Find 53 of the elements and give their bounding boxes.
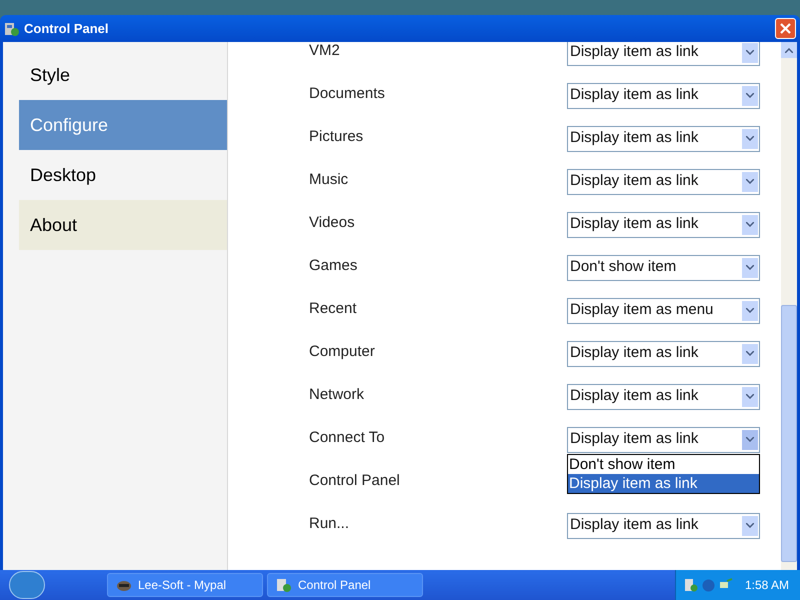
sidebar-item[interactable]: Desktop (19, 150, 227, 200)
chevron-down-icon[interactable] (742, 258, 758, 278)
setting-label: Games (309, 256, 358, 276)
dropdown[interactable]: Display item as link (567, 212, 760, 238)
dropdown[interactable]: Display item as link (567, 340, 760, 366)
chevron-down-icon[interactable] (742, 172, 758, 192)
taskbar-button[interactable]: Lee-Soft - Mypal (107, 573, 263, 597)
setting-label: Documents (309, 84, 386, 104)
close-icon (780, 23, 791, 34)
dropdown[interactable]: Don't show item (567, 254, 760, 280)
window-title: Control Panel (24, 20, 109, 38)
chevron-down-icon[interactable] (742, 300, 758, 320)
dropdown[interactable]: Display item as link (567, 512, 760, 538)
setting-label: Recent (309, 299, 358, 320)
chevron-up-icon (785, 48, 793, 52)
control-panel-icon (276, 577, 292, 593)
control-panel-icon[interactable] (684, 578, 698, 592)
dropdown[interactable]: Display item as link (567, 126, 760, 152)
setting-label: Music (309, 170, 350, 190)
setting-label: Run... (309, 514, 350, 534)
setting-label: Computer (309, 342, 376, 362)
control-panel-icon (4, 20, 20, 36)
dropdown-option[interactable]: Display item as link (568, 474, 759, 493)
scroll-thumb[interactable] (781, 305, 797, 562)
chevron-down-icon[interactable] (742, 516, 758, 536)
setting-label: Control Panel (309, 471, 401, 492)
dropdown[interactable]: Display item as link (567, 168, 760, 194)
setting-label: Connect To (309, 428, 386, 448)
chevron-down-icon[interactable] (742, 386, 758, 406)
sidebar-item[interactable]: Style (19, 50, 227, 100)
sidebar-item[interactable]: About (19, 200, 227, 250)
setting-label: VM2 (309, 42, 341, 62)
setting-label: Pictures (309, 127, 364, 148)
dropdown[interactable]: Display item as link (567, 42, 760, 66)
chevron-down-icon[interactable] (742, 214, 758, 234)
setting-label: Videos (309, 213, 356, 234)
setting-label: Network (309, 385, 366, 406)
dropdown[interactable]: Display item as link (567, 82, 760, 108)
dropdown[interactable]: Display item as menu (567, 298, 760, 324)
close-button[interactable] (775, 18, 796, 39)
clock: 1:58 AM (745, 577, 790, 594)
dropdown-option[interactable]: Don't show item (568, 455, 759, 474)
dropdown[interactable]: Display item as link (567, 384, 760, 410)
chevron-down-icon[interactable] (742, 42, 758, 62)
dropdown[interactable]: Display item as link (567, 426, 760, 452)
chevron-down-icon[interactable] (742, 344, 758, 364)
chevron-down-icon[interactable] (742, 128, 758, 148)
start-button[interactable] (9, 571, 45, 599)
chevron-down-icon[interactable] (742, 430, 758, 450)
scroll-up-button[interactable] (781, 42, 797, 58)
scrollbar[interactable] (781, 42, 797, 570)
taskbar-button[interactable]: Control Panel (267, 573, 423, 597)
chevron-down-icon[interactable] (742, 86, 758, 106)
